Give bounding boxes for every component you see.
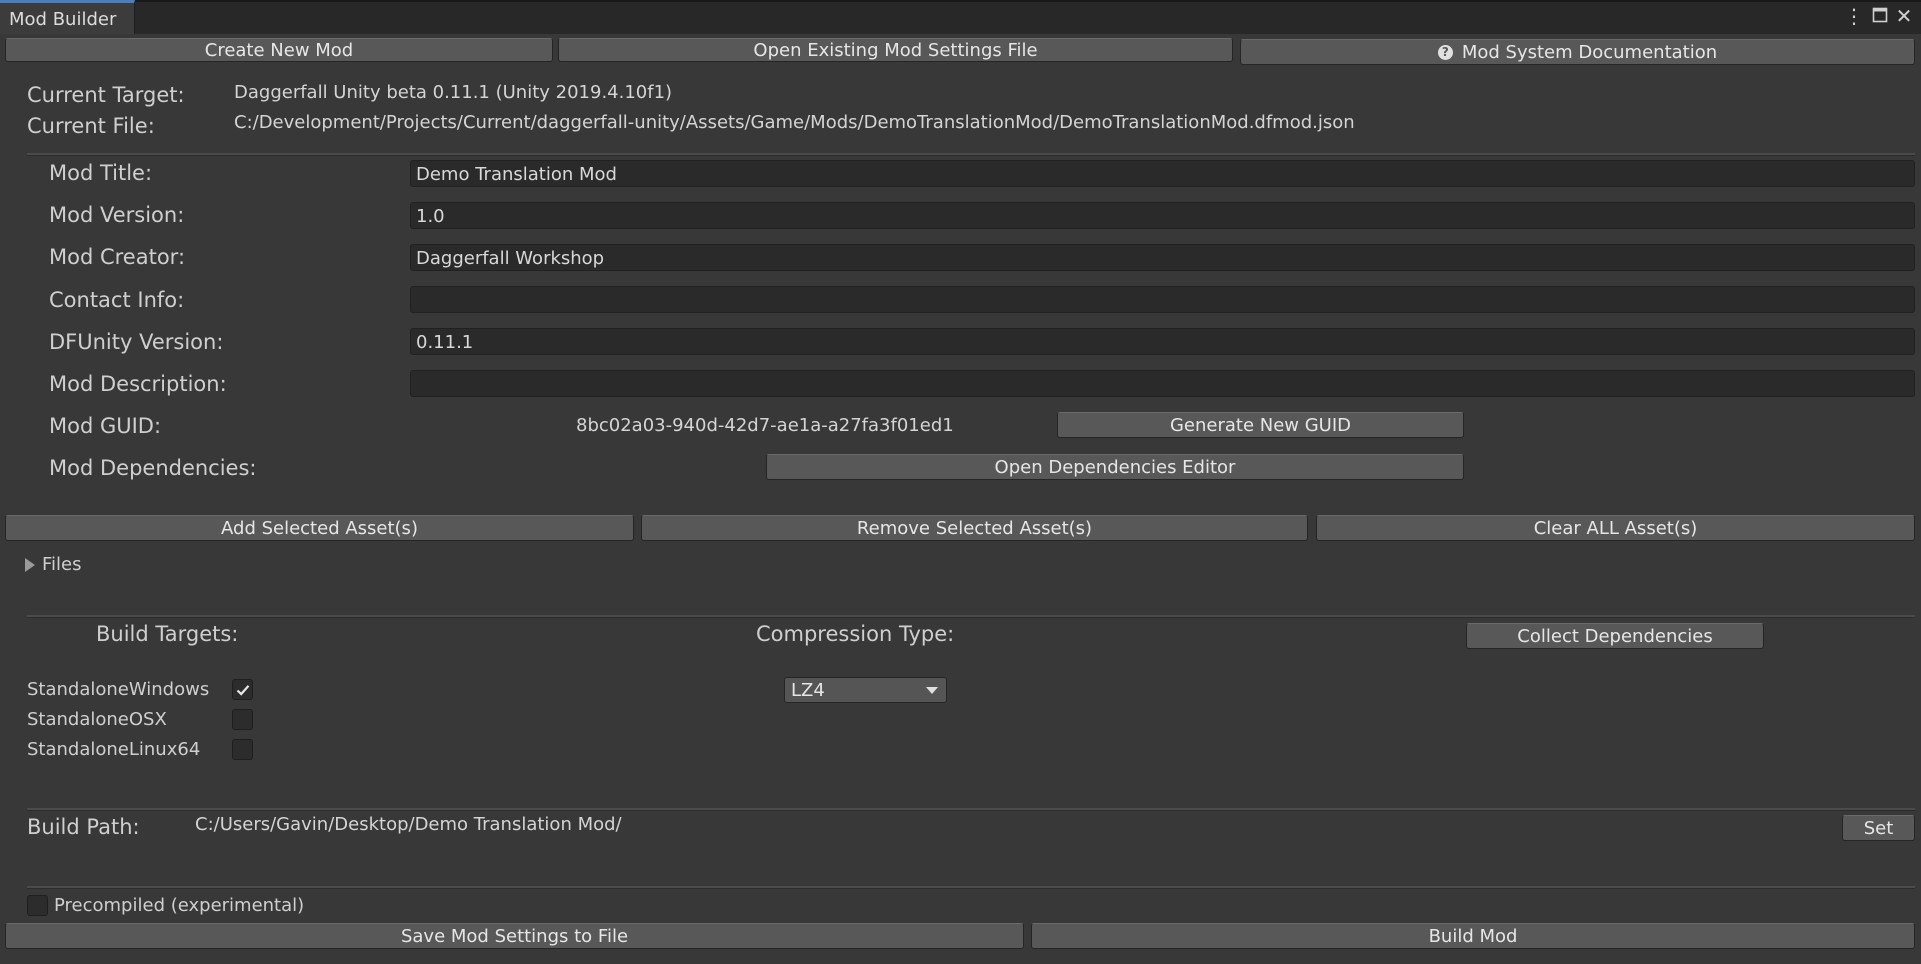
maximize-icon[interactable] — [1869, 5, 1891, 27]
build-path-label: Build Path: — [27, 815, 140, 839]
target-standalone-osx-label: StandaloneOSX — [27, 709, 167, 730]
dfunity-version-field[interactable]: 0.11.1 — [410, 328, 1915, 355]
dropdown-arrow-icon — [926, 687, 938, 694]
mod-description-field[interactable] — [410, 370, 1915, 397]
mod-title-label: Mod Title: — [49, 161, 153, 185]
help-icon: ? — [1437, 44, 1453, 60]
build-path-value: C:/Users/Gavin/Desktop/Demo Translation … — [195, 814, 622, 835]
documentation-label: Mod System Documentation — [1461, 41, 1718, 63]
current-target-label: Current Target: — [27, 83, 185, 107]
add-selected-assets-button[interactable]: Add Selected Asset(s) — [5, 515, 634, 541]
mod-creator-label: Mod Creator: — [49, 245, 186, 269]
checkmark-icon — [236, 684, 249, 696]
generate-new-guid-button[interactable]: Generate New GUID — [1057, 412, 1464, 438]
current-file-value: C:/Development/Projects/Current/daggerfa… — [234, 112, 1355, 133]
mod-description-label: Mod Description: — [49, 372, 227, 396]
mod-system-documentation-button[interactable]: ? Mod System Documentation — [1240, 39, 1915, 65]
files-label: Files — [42, 554, 82, 575]
mod-version-field[interactable]: 1.0 — [410, 202, 1915, 229]
compression-type-value: LZ4 — [791, 680, 825, 701]
separator — [27, 808, 1915, 811]
precompiled-checkbox[interactable] — [27, 895, 48, 916]
precompiled-label: Precompiled (experimental) — [54, 895, 305, 916]
create-new-mod-button[interactable]: Create New Mod — [5, 38, 553, 62]
separator — [27, 886, 1915, 889]
compression-type-dropdown[interactable]: LZ4 — [784, 677, 947, 703]
target-standalone-windows-label: StandaloneWindows — [27, 679, 210, 700]
target-standalone-linux64-checkbox[interactable] — [232, 739, 253, 760]
mod-title-field[interactable]: Demo Translation Mod — [410, 160, 1915, 187]
build-targets-label: Build Targets: — [96, 622, 239, 646]
current-file-label: Current File: — [27, 114, 155, 138]
compression-type-label: Compression Type: — [756, 622, 955, 646]
clear-all-assets-button[interactable]: Clear ALL Asset(s) — [1316, 515, 1915, 541]
contact-info-label: Contact Info: — [49, 288, 185, 312]
separator — [27, 153, 1915, 156]
target-standalone-windows-checkbox[interactable] — [232, 679, 253, 700]
set-build-path-button[interactable]: Set — [1842, 815, 1915, 841]
current-target-value: Daggerfall Unity beta 0.11.1 (Unity 2019… — [234, 82, 673, 103]
collect-dependencies-button[interactable]: Collect Dependencies — [1466, 623, 1764, 649]
mod-guid-label: Mod GUID: — [49, 414, 162, 438]
mod-dependencies-label: Mod Dependencies: — [49, 456, 257, 480]
foldout-arrow-icon — [25, 557, 35, 572]
window-tab-bar — [0, 0, 1921, 34]
mod-creator-field[interactable]: Daggerfall Workshop — [410, 244, 1915, 271]
more-icon[interactable]: ⋮ — [1843, 5, 1865, 27]
mod-version-label: Mod Version: — [49, 203, 185, 227]
target-standalone-linux64-label: StandaloneLinux64 — [27, 739, 201, 760]
files-foldout[interactable]: Files — [25, 554, 82, 575]
mod-guid-value: 8bc02a03-940d-42d7-ae1a-a27fa3f01ed1 — [576, 415, 954, 436]
tab-mod-builder[interactable]: Mod Builder — [0, 0, 135, 34]
remove-selected-assets-button[interactable]: Remove Selected Asset(s) — [641, 515, 1308, 541]
contact-info-field[interactable] — [410, 286, 1915, 313]
open-dependencies-editor-button[interactable]: Open Dependencies Editor — [766, 454, 1464, 480]
save-mod-settings-button[interactable]: Save Mod Settings to File — [5, 923, 1024, 949]
build-mod-button[interactable]: Build Mod — [1031, 923, 1915, 949]
dfunity-version-label: DFUnity Version: — [49, 330, 224, 354]
close-icon[interactable]: ✕ — [1893, 5, 1915, 27]
open-existing-mod-settings-button[interactable]: Open Existing Mod Settings File — [558, 38, 1233, 62]
target-standalone-osx-checkbox[interactable] — [232, 709, 253, 730]
separator — [27, 615, 1915, 618]
